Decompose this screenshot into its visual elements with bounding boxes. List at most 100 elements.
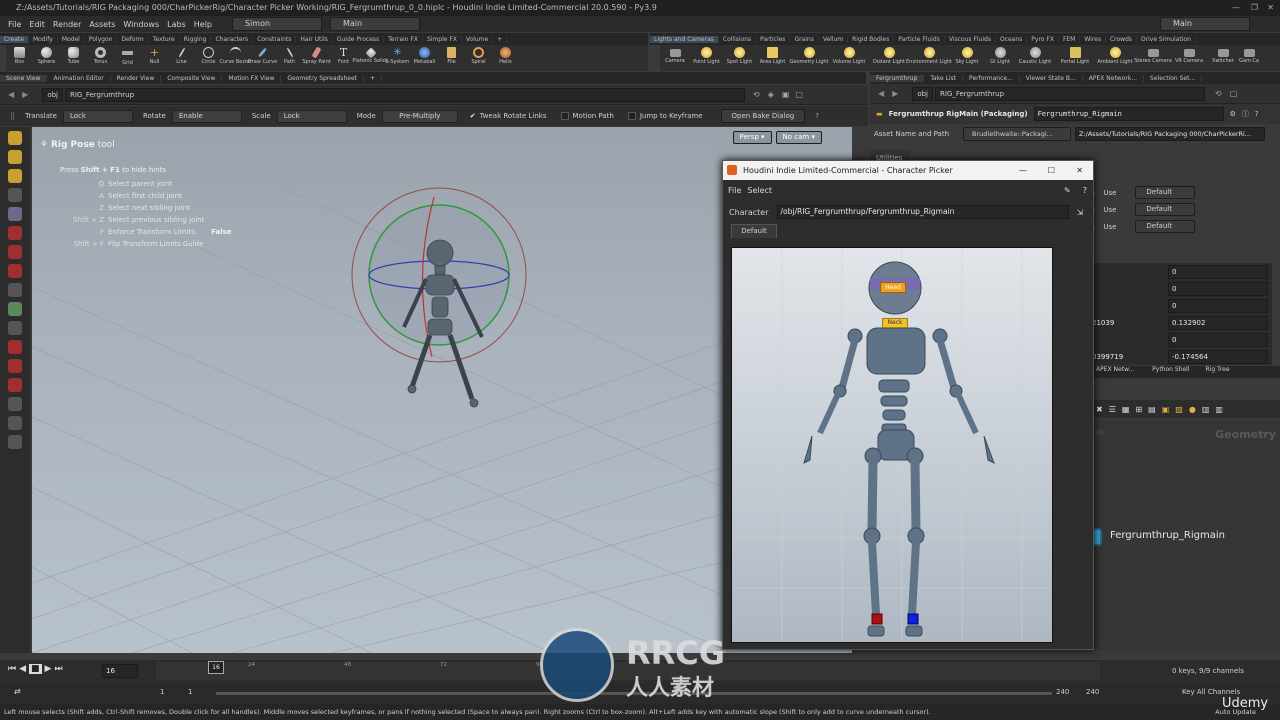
rotate-tool-icon[interactable] bbox=[8, 169, 22, 183]
snap-points-icon[interactable] bbox=[8, 378, 22, 392]
handle-tool-icon[interactable] bbox=[8, 226, 22, 240]
snap-icon[interactable] bbox=[8, 321, 22, 335]
tab-selection-set[interactable]: Selection Set... bbox=[1144, 74, 1203, 82]
character-path-field[interactable]: /obj/RIG_Fergrumthrup/Fergrumthrup_Rigma… bbox=[776, 205, 1069, 219]
shelf-tool-caustic-light[interactable]: Caustic Light bbox=[1015, 45, 1055, 71]
shelf-tool-circle[interactable]: Circle bbox=[195, 45, 222, 71]
menu-labs[interactable]: Labs bbox=[167, 20, 186, 29]
shelf-tool-tube[interactable]: Tube bbox=[60, 45, 87, 71]
shelf-tool-sphere[interactable]: Sphere bbox=[33, 45, 60, 71]
asset-dropdown[interactable]: Brudlethwaite::Packagi... bbox=[963, 127, 1072, 141]
dialog-close-icon[interactable]: ✕ bbox=[1076, 161, 1083, 180]
current-frame-field[interactable]: 16 bbox=[102, 664, 138, 678]
help-icon[interactable]: ? bbox=[1255, 110, 1259, 118]
shelf-tool-sky-light[interactable]: Sky Light bbox=[949, 45, 985, 71]
range-start2[interactable]: 1 bbox=[188, 688, 192, 696]
shelf-tool-metaball[interactable]: Metaball bbox=[411, 45, 438, 71]
shelf-tool-file[interactable]: File bbox=[438, 45, 465, 71]
paint-tool-icon[interactable] bbox=[8, 264, 22, 278]
jump-end-icon[interactable]: ⏭ bbox=[54, 664, 62, 674]
tab-composite-view[interactable]: Composite View bbox=[161, 74, 223, 82]
tab-geometry-spreadsheet[interactable]: Geometry Spreadsheet bbox=[281, 74, 364, 82]
default-dropdown[interactable]: Default bbox=[1135, 203, 1196, 216]
shelf-tab[interactable]: FEM bbox=[1059, 35, 1081, 43]
range-end2[interactable]: 240 bbox=[1086, 688, 1099, 696]
grid-view-icon[interactable]: ▦ bbox=[1122, 405, 1130, 414]
right-desktop-dropdown[interactable]: Main bbox=[1160, 17, 1250, 31]
shelf-tool-spiral[interactable]: Spiral bbox=[465, 45, 492, 71]
shelf-tab[interactable]: Lights and Cameras bbox=[650, 35, 719, 43]
value-field[interactable]: 0 bbox=[1168, 332, 1268, 347]
play-reverse-icon[interactable]: ◀ bbox=[19, 664, 26, 674]
shelf-tab[interactable]: Grains bbox=[790, 35, 819, 43]
info-icon[interactable]: ⓘ bbox=[1242, 109, 1249, 119]
shelf-tool-draw-curve[interactable]: Draw Curve bbox=[248, 45, 277, 71]
picker-canvas[interactable]: Head Neck bbox=[731, 247, 1053, 643]
realtime-icon[interactable]: ⇄ bbox=[14, 687, 21, 696]
tab-viewer-state[interactable]: Viewer State B... bbox=[1020, 74, 1083, 82]
shelf-tab[interactable]: Wires bbox=[1080, 35, 1106, 43]
shelf-tool-distant-light[interactable]: Distant Light bbox=[869, 45, 909, 71]
shelf-tab[interactable]: Create bbox=[0, 35, 29, 43]
shelf-tool-geometry-light[interactable]: Geometry Light bbox=[789, 45, 829, 71]
display-options-icon[interactable] bbox=[8, 435, 22, 449]
menu-render[interactable]: Render bbox=[53, 20, 81, 29]
shelf-tab[interactable]: Vellum bbox=[819, 35, 849, 43]
shelf-tool-camera[interactable]: Camera bbox=[660, 45, 690, 71]
close-icon[interactable]: ✕ bbox=[1267, 0, 1274, 16]
camera-view-icon[interactable] bbox=[8, 397, 22, 411]
shelf-tab[interactable]: Particles bbox=[756, 35, 791, 43]
layout2-icon[interactable]: ▥ bbox=[1215, 405, 1223, 414]
stop-icon[interactable]: ■ bbox=[29, 664, 42, 674]
shelf-tab[interactable]: Oceans bbox=[996, 35, 1028, 43]
tab-performance[interactable]: Performance... bbox=[963, 74, 1020, 82]
visibility-icon[interactable] bbox=[8, 416, 22, 430]
palette-icon[interactable]: ● bbox=[1189, 405, 1196, 414]
shelf-tool-portal-light[interactable]: Portal Light bbox=[1055, 45, 1095, 71]
tab-take-list[interactable]: Take List bbox=[924, 74, 964, 82]
shelf-tab[interactable]: Polygon bbox=[85, 35, 118, 43]
shelf-tool-gam-ca[interactable]: Gam Ca bbox=[1239, 45, 1259, 71]
mode-select[interactable]: Pre-Multiply bbox=[381, 109, 458, 123]
camera-button[interactable]: No cam ▾ bbox=[775, 131, 822, 144]
add-shelf-tab-icon[interactable]: + bbox=[493, 35, 508, 43]
network-editor[interactable]: on Geometry Fergrumthrup_Rigmain bbox=[1092, 420, 1280, 650]
translate-select[interactable]: Lock bbox=[62, 109, 133, 123]
snap-grid-icon[interactable] bbox=[8, 359, 22, 373]
shelf-tab[interactable]: Collisions bbox=[719, 35, 757, 43]
jump-start-icon[interactable]: ⏮ bbox=[8, 664, 16, 674]
shelf-tool-gi-light[interactable]: GI Light bbox=[985, 45, 1015, 71]
timeline-track[interactable]: 16 24 48 72 96 bbox=[156, 661, 1100, 680]
minimize-icon[interactable]: — bbox=[1232, 0, 1240, 16]
add-tab-icon[interactable]: + bbox=[364, 74, 383, 82]
layout-icon[interactable]: ▥ bbox=[1202, 405, 1210, 414]
shelf-tool-area-light[interactable]: Area Light bbox=[756, 45, 789, 71]
tiles-icon[interactable]: ▤ bbox=[1148, 405, 1156, 414]
shelf-tab[interactable]: Terrain FX bbox=[384, 35, 423, 43]
range-start[interactable]: 1 bbox=[160, 688, 164, 696]
shelf-tab[interactable]: Model bbox=[58, 35, 85, 43]
neck-selector-button[interactable]: Neck bbox=[882, 318, 908, 328]
desktop2-dropdown[interactable]: Main bbox=[330, 17, 420, 31]
shelf-tab[interactable]: Characters bbox=[211, 35, 254, 43]
tab-render-view[interactable]: Render View bbox=[111, 74, 162, 82]
jump-keyframe-checkbox[interactable] bbox=[627, 112, 636, 120]
tree-icon[interactable]: ⊞ bbox=[1135, 405, 1142, 414]
view-tool-icon[interactable] bbox=[8, 245, 22, 259]
back-arrow-icon[interactable]: ◀ bbox=[8, 90, 14, 99]
shelf-tab[interactable]: Crowds bbox=[1106, 35, 1138, 43]
menu-assets[interactable]: Assets bbox=[89, 20, 115, 29]
value-field[interactable]: -0.174564 bbox=[1168, 349, 1268, 364]
asset-path-field[interactable]: Z:/Assets/Tutorials/RIG Packaging 000/Ch… bbox=[1075, 127, 1266, 141]
shelf-tab[interactable]: Texture bbox=[149, 35, 180, 43]
shelf-tool-helix[interactable]: Helix bbox=[492, 45, 519, 71]
magnet-icon[interactable] bbox=[8, 340, 22, 354]
pose-tool-icon[interactable] bbox=[8, 188, 22, 202]
shelf-tool-curve-bezier[interactable]: Curve Bezier bbox=[220, 45, 252, 71]
dialog-menu-select[interactable]: Select bbox=[747, 186, 772, 195]
shelf-tool-volume-light[interactable]: Volume Light bbox=[829, 45, 869, 71]
shelf-tool-platonic[interactable]: Platonic Solids bbox=[352, 45, 389, 71]
lock-icon[interactable] bbox=[8, 207, 22, 221]
forward-arrow-icon[interactable]: ▶ bbox=[892, 89, 898, 98]
restore-icon[interactable]: ❐ bbox=[1251, 0, 1258, 16]
